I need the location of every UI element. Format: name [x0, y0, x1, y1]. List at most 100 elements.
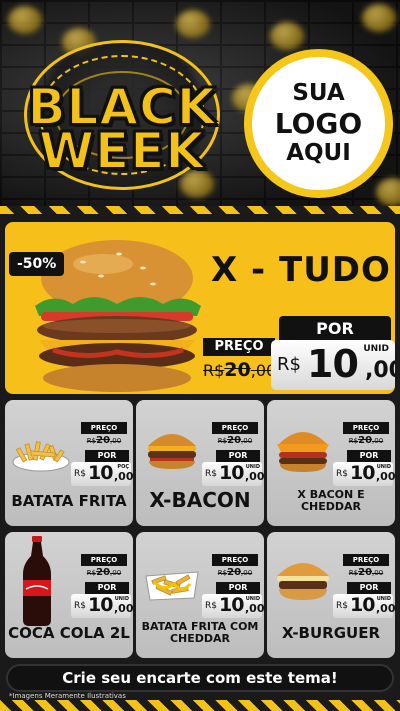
- french-fries-icon: [12, 441, 70, 472]
- hazard-stripe: [0, 206, 400, 214]
- old-price-cents: ,00: [372, 437, 384, 445]
- old-price-value: 20: [358, 567, 373, 578]
- old-price-label: PREÇO: [343, 554, 389, 566]
- product-name: COCA COLA 2L: [8, 623, 130, 642]
- price-value: 10: [307, 342, 359, 386]
- price-cents: ,00: [376, 602, 395, 615]
- coin-decoration: [176, 10, 210, 38]
- old-price-currency: R$: [86, 569, 97, 577]
- old-price-value: 20: [227, 567, 242, 578]
- product-card[interactable]: PREÇO R$20,00 POR R$ 10 ,00 UNID X BACON…: [267, 400, 395, 526]
- new-price-box: R$ 10 ,00 POÇ: [71, 462, 133, 486]
- featured-product-card[interactable]: -50% X - TUDO PREÇO R$20,00 POR R$ 10 ,0…: [5, 222, 395, 394]
- price-unit: UNID: [363, 344, 389, 354]
- old-price-cents: ,00: [110, 569, 122, 577]
- product-card[interactable]: PREÇO R$20,00 POR R$ 10 ,00 UNID X-BURGU…: [267, 532, 395, 658]
- price-unit: POÇ: [117, 464, 129, 470]
- price-cents: ,00: [245, 602, 264, 615]
- old-price-currency: R$: [217, 437, 228, 445]
- old-price-value: 20: [96, 567, 111, 578]
- coin-decoration: [376, 178, 400, 206]
- featured-product-name: X - TUDO: [211, 250, 391, 290]
- currency-symbol: R$: [205, 601, 217, 611]
- old-price-value: 20: [224, 359, 251, 381]
- cheese-fries-icon: [145, 571, 199, 601]
- product-grid: PREÇO R$20,00 POR R$ 10 ,00 POÇ BATATA F…: [0, 398, 400, 660]
- discount-badge: -50%: [9, 252, 65, 276]
- old-price-cents: ,00: [372, 569, 384, 577]
- old-price: R$20,00: [343, 434, 389, 448]
- new-price-label: POR: [347, 582, 391, 594]
- old-price-value: 20: [358, 435, 373, 446]
- currency-symbol: R$: [336, 601, 348, 611]
- old-price: R$20,00: [81, 566, 127, 580]
- featured-section: -50% X - TUDO PREÇO R$20,00 POR R$ 10 ,0…: [0, 214, 400, 398]
- old-price-label: PREÇO: [203, 338, 275, 356]
- new-price-label: POR: [347, 450, 391, 462]
- new-price-box: R$ 10 ,00 UNID: [202, 462, 264, 486]
- new-price-box: R$ 10 ,00 UNID: [333, 594, 395, 618]
- coin-decoration: [362, 4, 396, 32]
- new-price-label: POR: [85, 450, 129, 462]
- logo-text-line2: LOGO: [274, 106, 363, 140]
- price-value: 10: [88, 594, 113, 616]
- price-cents: ,00: [114, 602, 133, 615]
- product-card[interactable]: PREÇO R$20,00 POR R$ 10 ,00 UNID X-BACON: [136, 400, 264, 526]
- new-price-box: R$ 10 ,00 UNID: [71, 594, 133, 618]
- new-price-box: R$ 10 ,00 UNID: [333, 462, 395, 486]
- black-week-title-line2: WEEK: [38, 122, 206, 180]
- burger-icon: [277, 563, 329, 600]
- old-price-value: 20: [96, 435, 111, 446]
- disclaimer-text: *Imagens Meramente Ilustrativas: [6, 692, 129, 700]
- product-name: X-BURGUER: [281, 623, 381, 642]
- product-name: BATATA FRITA COM CHEDDAR: [141, 619, 259, 646]
- currency-symbol: R$: [74, 469, 86, 479]
- logo-text-line3: AQUI: [286, 140, 351, 167]
- price-cents: ,00: [245, 470, 264, 483]
- old-price-value: 20: [227, 435, 242, 446]
- footer: Crie seu encarte com este tema! *Imagens…: [0, 660, 400, 711]
- product-card[interactable]: PREÇO R$20,00 POR R$ 10 ,00 UNID BATATA …: [136, 532, 264, 658]
- new-price-label: POR: [216, 450, 260, 462]
- price-unit: UNID: [114, 596, 129, 602]
- old-price: R$20,00: [212, 434, 258, 448]
- product-card[interactable]: PREÇO R$20,00 POR R$ 10 ,00 UNID COCA CO…: [5, 532, 133, 658]
- old-price: R$20,00: [343, 566, 389, 580]
- currency-symbol: R$: [205, 469, 217, 479]
- price-cents: ,00: [365, 358, 395, 383]
- old-price-currency: R$: [203, 361, 225, 380]
- coin-decoration: [270, 22, 304, 50]
- old-price-cents: ,00: [241, 569, 253, 577]
- new-price-box: R$ 10 ,00 UNID: [202, 594, 264, 618]
- old-price: R$20,00: [212, 566, 258, 580]
- logo-text-line1: SUA: [292, 79, 345, 106]
- price-value: 10: [350, 594, 375, 616]
- logo-placeholder[interactable]: SUA LOGO AQUI: [244, 49, 393, 198]
- price-cents: ,00: [114, 470, 133, 483]
- price-value: 10: [219, 594, 244, 616]
- old-price-cents: ,00: [241, 437, 253, 445]
- old-price: R$20,00: [203, 359, 276, 381]
- old-price-label: PREÇO: [212, 554, 258, 566]
- old-price-currency: R$: [86, 437, 97, 445]
- old-price-currency: R$: [348, 437, 359, 445]
- old-price: R$20,00: [81, 434, 127, 448]
- price-value: 10: [350, 462, 375, 484]
- old-price-label: PREÇO: [212, 422, 258, 434]
- old-price-label: PREÇO: [343, 422, 389, 434]
- old-price-label: PREÇO: [81, 554, 127, 566]
- new-price-label: POR: [85, 582, 129, 594]
- product-name: X BACON E CHEDDAR: [297, 487, 365, 514]
- new-price-label: POR: [216, 582, 260, 594]
- price-value: 10: [88, 462, 113, 484]
- price-unit: UNID: [376, 596, 391, 602]
- hazard-stripe: [0, 700, 400, 711]
- old-price-currency: R$: [348, 569, 359, 577]
- old-price-currency: R$: [217, 569, 228, 577]
- currency-symbol: R$: [74, 601, 86, 611]
- cta-banner[interactable]: Crie seu encarte com este tema!: [6, 664, 394, 692]
- price-value: 10: [219, 462, 244, 484]
- burger-icon: [148, 434, 196, 469]
- new-price-box: R$ 10 ,00 UNID: [271, 340, 395, 390]
- product-card[interactable]: PREÇO R$20,00 POR R$ 10 ,00 POÇ BATATA F…: [5, 400, 133, 526]
